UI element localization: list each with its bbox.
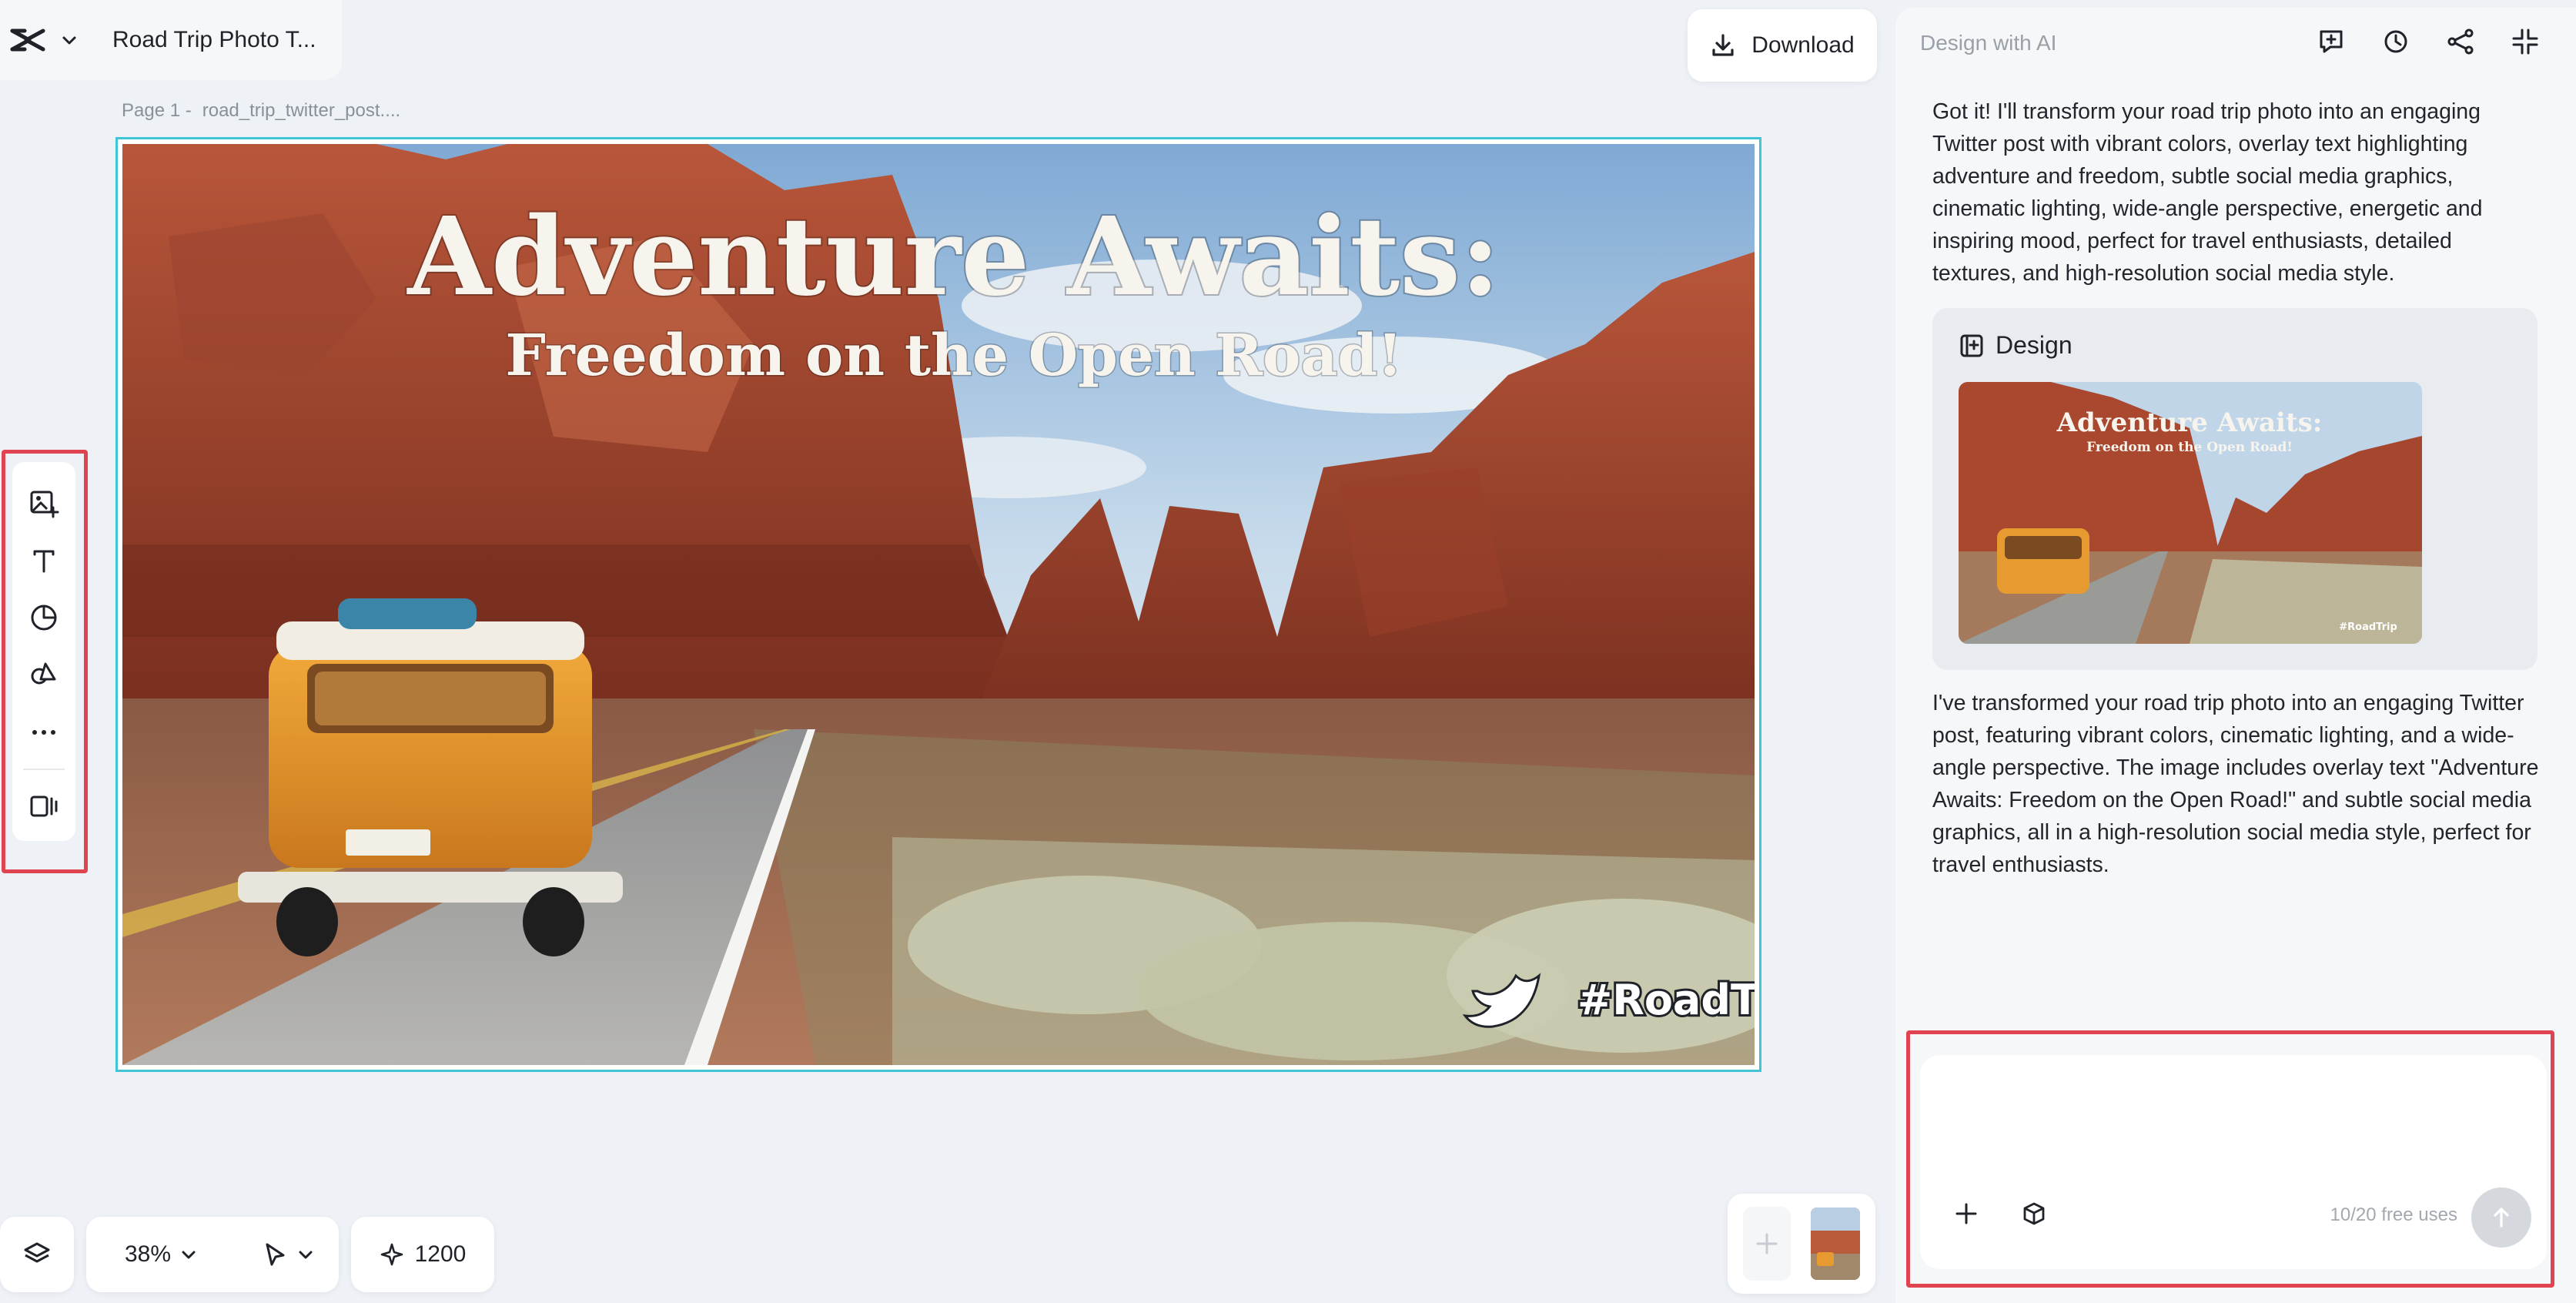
toolbar-divider: [23, 768, 65, 770]
design-canvas[interactable]: Adventure Awaits: Freedom on the Open Ro…: [115, 137, 1761, 1072]
thumb-hashtag: #RoadTrip: [2339, 621, 2397, 633]
sticker-button[interactable]: [21, 595, 67, 640]
add-attachment-button[interactable]: [1951, 1198, 1982, 1229]
poster-subheadline[interactable]: Freedom on the Open Road!: [504, 322, 1403, 390]
send-button[interactable]: [2471, 1187, 2531, 1248]
chevron-down-icon[interactable]: [180, 1246, 197, 1263]
more-icon: [28, 717, 59, 748]
design-result-card[interactable]: Design Adventure Awaits: Freedom on the …: [1932, 308, 2538, 670]
pointer-tool-icon[interactable]: [262, 1241, 288, 1268]
assistant-header-actions: [2316, 26, 2541, 57]
chevron-down-icon[interactable]: [297, 1246, 314, 1263]
download-icon: [1710, 32, 1736, 59]
download-button[interactable]: Download: [1688, 9, 1877, 82]
design-card-title: Design: [1996, 331, 2073, 359]
design-card-header: Design: [1959, 331, 2073, 360]
page-strip: [1728, 1194, 1875, 1294]
shapes-button[interactable]: [21, 652, 67, 697]
left-toolbar: [12, 462, 75, 841]
more-tools-button[interactable]: [21, 709, 67, 754]
capcut-logo-icon: [9, 25, 46, 55]
assistant-message-2: I've transformed your road trip photo in…: [1932, 691, 2539, 877]
credits-button[interactable]: 1200: [351, 1217, 494, 1292]
collapse-icon[interactable]: [2510, 26, 2541, 57]
resize-button[interactable]: [21, 784, 67, 829]
project-header: Road Trip Photo T...: [0, 0, 342, 80]
model-select-button[interactable]: [2019, 1198, 2049, 1229]
text-button[interactable]: [21, 538, 67, 582]
page-file-name: road_trip_twitter_post....: [202, 100, 401, 121]
poster-hashtag[interactable]: #RoadTrip: [1575, 973, 1755, 1027]
sticker-icon: [28, 602, 59, 633]
prompt-input[interactable]: [1943, 1074, 2513, 1166]
poster-headline[interactable]: Adventure Awaits:: [404, 193, 1501, 322]
shapes-icon: [28, 659, 59, 690]
poster-image[interactable]: Adventure Awaits: Freedom on the Open Ro…: [122, 144, 1755, 1065]
page-label: Page 1 - road_trip_twitter_post....: [122, 100, 400, 122]
layers-icon: [22, 1240, 52, 1269]
arrow-up-icon: [2488, 1204, 2514, 1231]
design-thumbnail[interactable]: Adventure Awaits: Freedom on the Open Ro…: [1959, 382, 2422, 644]
credits-count: 1200: [414, 1241, 467, 1267]
text-icon: [28, 545, 59, 576]
share-icon[interactable]: [2445, 26, 2476, 57]
thumb-subheadline: Freedom on the Open Road!: [2086, 440, 2293, 455]
page-thumbnail[interactable]: [1811, 1208, 1860, 1280]
assistant-title: Design with AI: [1920, 31, 2057, 55]
assistant-message-1: Got it! I'll transform your road trip ph…: [1932, 99, 2483, 286]
cube-icon: [2021, 1201, 2047, 1227]
chevron-down-icon: [60, 31, 79, 49]
history-icon[interactable]: [2380, 26, 2411, 57]
prompt-input-box: 10/20 free uses: [1920, 1055, 2547, 1269]
download-label: Download: [1751, 32, 1855, 58]
resize-icon: [28, 791, 59, 822]
app-menu-button[interactable]: [9, 25, 92, 55]
page-number: Page 1 -: [122, 100, 192, 121]
plus-icon: [1753, 1230, 1781, 1258]
add-page-button[interactable]: [1743, 1207, 1791, 1281]
add-image-icon: [28, 487, 59, 518]
add-image-button[interactable]: [21, 481, 67, 525]
sparkle-icon: [380, 1242, 404, 1267]
free-uses-counter: 10/20 free uses: [2330, 1204, 2457, 1225]
zoom-level[interactable]: 38%: [125, 1241, 171, 1268]
zoom-controls: 38%: [86, 1217, 339, 1292]
new-chat-icon[interactable]: [2316, 26, 2347, 57]
plus-icon: [1953, 1201, 1979, 1227]
thumb-headline: Adventure Awaits:: [2056, 407, 2323, 438]
layers-button[interactable]: [0, 1217, 74, 1292]
design-icon: [1959, 333, 1985, 359]
project-title[interactable]: Road Trip Photo T...: [112, 27, 316, 53]
